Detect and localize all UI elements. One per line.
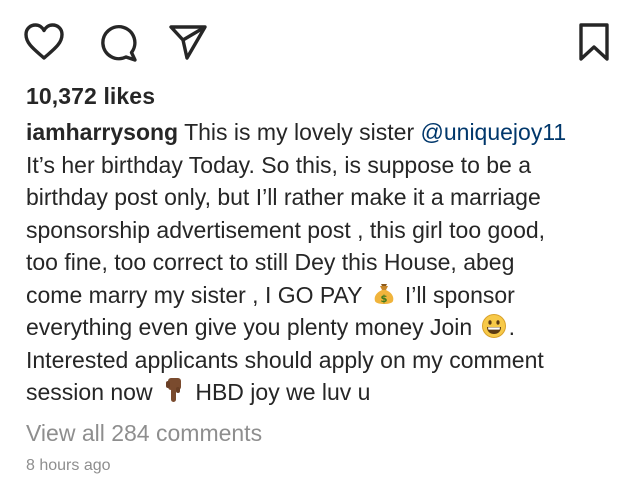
like-button[interactable]	[22, 20, 66, 64]
caption-text: I’ll sponsor	[398, 281, 515, 308]
view-all-comments-link[interactable]: View all 284 comments	[26, 420, 262, 447]
caption-line: too fine, too correct to still Dey this …	[26, 249, 515, 275]
heart-icon	[24, 23, 64, 60]
caption-text: come marry my sister , I GO PAY	[26, 281, 369, 308]
caption-line: It’s her birthday Today. So this, is sup…	[26, 151, 532, 178]
money-bag-emoji: $	[371, 281, 397, 307]
post-action-bar	[0, 0, 640, 80]
svg-text:$: $	[380, 294, 387, 305]
username-link[interactable]: iamharrysong	[26, 119, 178, 145]
pointing-down-emoji	[161, 376, 187, 404]
like-count[interactable]: 10,372 likes	[26, 83, 155, 110]
caption-line: session now HBD joy we luv u	[26, 376, 626, 409]
post-timestamp: 8 hours ago	[26, 457, 111, 474]
save-button[interactable]	[572, 20, 616, 64]
bookmark-icon	[579, 23, 609, 61]
caption-line: everything even give you plenty money Jo…	[26, 311, 626, 344]
caption-line: sponsorship advertisement post , this gi…	[26, 216, 546, 243]
caption-text: HBD joy we luv u	[188, 379, 371, 405]
caption-text: .	[508, 314, 515, 340]
caption-line: come marry my sister , I GO PAY $ I’ll s…	[26, 279, 626, 312]
caption-text: This is my lovely sister	[178, 119, 421, 145]
mention-link[interactable]: @uniquejoy11	[421, 119, 567, 145]
caption-text: everything even give you plenty money Jo…	[26, 314, 479, 340]
caption-line: birthday post only, but I’ll rather make…	[26, 184, 541, 210]
share-button[interactable]	[166, 20, 210, 64]
caption-line: iamharrysong This is my lovely sister @u…	[26, 116, 626, 149]
grinning-face-emoji	[481, 313, 507, 339]
comment-button[interactable]	[96, 20, 140, 64]
caption-line: Interested applicants should apply on my…	[26, 346, 544, 373]
comment-bubble-icon	[101, 24, 137, 62]
post-caption: iamharrysong This is my lovely sister @u…	[26, 116, 626, 409]
caption-text: session now	[26, 379, 159, 405]
paper-plane-icon	[169, 25, 207, 60]
